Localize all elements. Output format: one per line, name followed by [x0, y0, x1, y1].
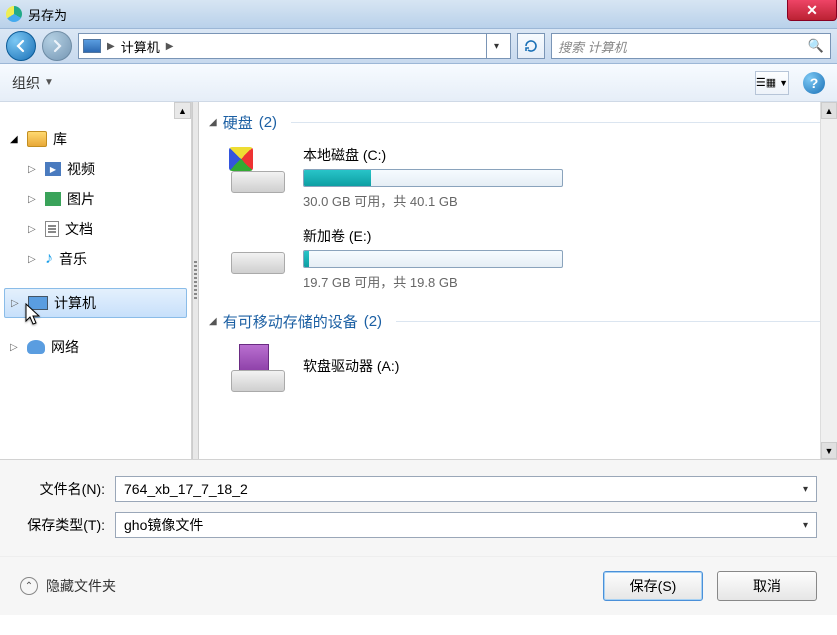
app-icon	[6, 6, 22, 22]
drive-sub: 19.7 GB 可用，共 19.8 GB	[303, 272, 563, 291]
group-removable[interactable]: ◢ 有可移动存储的设备 (2)	[199, 301, 837, 338]
usage-bar	[303, 169, 563, 187]
group-count: (2)	[259, 114, 277, 131]
tree-label: 库	[53, 129, 67, 149]
tree-label: 文档	[65, 219, 93, 239]
tree-label: 音乐	[59, 249, 87, 269]
tree-documents[interactable]: ▷ 文档	[22, 214, 187, 244]
search-placeholder: 搜索 计算机	[558, 37, 627, 56]
nav-row: ▶ 计算机 ▶ ▾ 搜索 计算机 🔍	[0, 28, 837, 64]
scroll-down-button[interactable]: ▼	[821, 442, 837, 459]
drive-title: 软盘驱动器 (A:)	[303, 356, 563, 376]
toolbar: 组织 ▼ ☰▦ ▼ ?	[0, 64, 837, 102]
floppy-icon	[227, 344, 289, 392]
window-title: 另存为	[28, 5, 67, 24]
save-button[interactable]: 保存(S)	[603, 571, 703, 601]
filename-panel: 文件名(N): 764_xb_17_7_18_2 ▾ 保存类型(T): gho镜…	[0, 459, 837, 556]
network-icon	[27, 340, 45, 354]
chevron-right-icon: ▶	[107, 41, 115, 52]
music-icon: ♪	[45, 250, 53, 268]
expand-icon[interactable]: ▷	[28, 194, 39, 205]
expand-icon[interactable]: ▷	[28, 224, 39, 235]
collapse-icon[interactable]: ◢	[209, 117, 217, 128]
hide-folders-toggle[interactable]: ⌃ 隐藏文件夹	[20, 576, 116, 596]
expand-icon[interactable]: ▷	[28, 254, 39, 265]
video-icon: ▶	[45, 162, 61, 176]
tree-network[interactable]: ▷ 网络	[4, 332, 187, 362]
address-bar[interactable]: ▶ 计算机 ▶ ▾	[78, 33, 511, 59]
library-icon	[27, 131, 47, 147]
address-dropdown[interactable]: ▾	[486, 33, 506, 59]
expand-icon[interactable]: ▷	[11, 298, 22, 309]
document-icon	[45, 221, 59, 237]
hide-folders-label: 隐藏文件夹	[46, 576, 116, 596]
computer-icon	[28, 296, 48, 310]
tree-computer[interactable]: ▷ 计算机	[4, 288, 187, 318]
footer: ⌃ 隐藏文件夹 保存(S) 取消	[0, 556, 837, 615]
filetype-value: gho镜像文件	[124, 515, 203, 535]
search-input[interactable]: 搜索 计算机 🔍	[551, 33, 831, 59]
drive-e[interactable]: 新加卷 (E:) 19.7 GB 可用，共 19.8 GB	[199, 220, 837, 301]
drive-title: 本地磁盘 (C:)	[303, 145, 563, 165]
help-button[interactable]: ?	[803, 72, 825, 94]
tree-libraries[interactable]: ◢ 库	[4, 124, 187, 154]
tree-videos[interactable]: ▷ ▶ 视频	[22, 154, 187, 184]
forward-button[interactable]	[42, 31, 72, 61]
organize-menu[interactable]: 组织 ▼	[12, 73, 54, 93]
group-hard-drives[interactable]: ◢ 硬盘 (2)	[199, 102, 837, 139]
filetype-select[interactable]: gho镜像文件 ▾	[115, 512, 817, 538]
drive-icon	[227, 145, 289, 193]
scrollbar[interactable]: ▲ ▼	[820, 102, 837, 459]
cancel-button[interactable]: 取消	[717, 571, 817, 601]
title-bar: 另存为 ✕	[0, 0, 837, 28]
refresh-button[interactable]	[517, 33, 545, 59]
chevron-down-icon: ▼	[44, 77, 54, 88]
chevron-down-icon[interactable]: ▾	[803, 484, 808, 495]
group-label: 硬盘	[223, 112, 253, 133]
close-button[interactable]: ✕	[787, 0, 837, 21]
chevron-up-icon: ⌃	[20, 577, 38, 595]
picture-icon	[45, 192, 61, 206]
filename-value: 764_xb_17_7_18_2	[124, 481, 248, 497]
group-count: (2)	[364, 313, 382, 330]
collapse-icon[interactable]: ◢	[10, 134, 21, 145]
tree-label: 视频	[67, 159, 95, 179]
view-options-button[interactable]: ☰▦ ▼	[755, 71, 789, 95]
usage-bar	[303, 250, 563, 268]
tree-music[interactable]: ▷ ♪ 音乐	[22, 244, 187, 274]
back-button[interactable]	[6, 31, 36, 61]
drive-a[interactable]: 软盘驱动器 (A:)	[199, 338, 837, 402]
view-icon: ☰▦	[756, 76, 776, 89]
splitter[interactable]	[192, 102, 199, 459]
group-label: 有可移动存储的设备	[223, 311, 358, 332]
content-pane: ▲ ▼ ◢ 硬盘 (2) 本地磁盘 (C:) 30.0 GB 可用，共 40.1…	[199, 102, 837, 459]
expand-icon[interactable]: ▷	[28, 164, 39, 175]
tree-label: 网络	[51, 337, 79, 357]
filename-input[interactable]: 764_xb_17_7_18_2 ▾	[115, 476, 817, 502]
chevron-down-icon: ▼	[779, 78, 788, 88]
search-icon: 🔍	[808, 38, 824, 54]
chevron-down-icon[interactable]: ▾	[803, 520, 808, 531]
scroll-up-button[interactable]: ▲	[821, 102, 837, 119]
collapse-icon[interactable]: ◢	[209, 316, 217, 327]
drive-icon	[227, 226, 289, 274]
breadcrumb-item[interactable]: 计算机	[121, 37, 160, 56]
drive-c[interactable]: 本地磁盘 (C:) 30.0 GB 可用，共 40.1 GB	[199, 139, 837, 220]
nav-tree: ▲ ◢ 库 ▷ ▶ 视频 ▷ 图片 ▷	[0, 102, 192, 459]
filetype-label: 保存类型(T):	[20, 515, 105, 535]
expand-icon[interactable]: ▷	[10, 342, 21, 353]
main-area: ▲ ◢ 库 ▷ ▶ 视频 ▷ 图片 ▷	[0, 102, 837, 459]
scroll-up-button[interactable]: ▲	[174, 102, 191, 119]
organize-label: 组织	[12, 73, 40, 93]
tree-pictures[interactable]: ▷ 图片	[22, 184, 187, 214]
tree-label: 图片	[67, 189, 95, 209]
drive-sub: 30.0 GB 可用，共 40.1 GB	[303, 191, 563, 210]
tree-label: 计算机	[54, 293, 96, 313]
filename-label: 文件名(N):	[20, 479, 105, 499]
chevron-right-icon: ▶	[166, 41, 174, 52]
drive-title: 新加卷 (E:)	[303, 226, 563, 246]
computer-icon	[83, 39, 101, 53]
